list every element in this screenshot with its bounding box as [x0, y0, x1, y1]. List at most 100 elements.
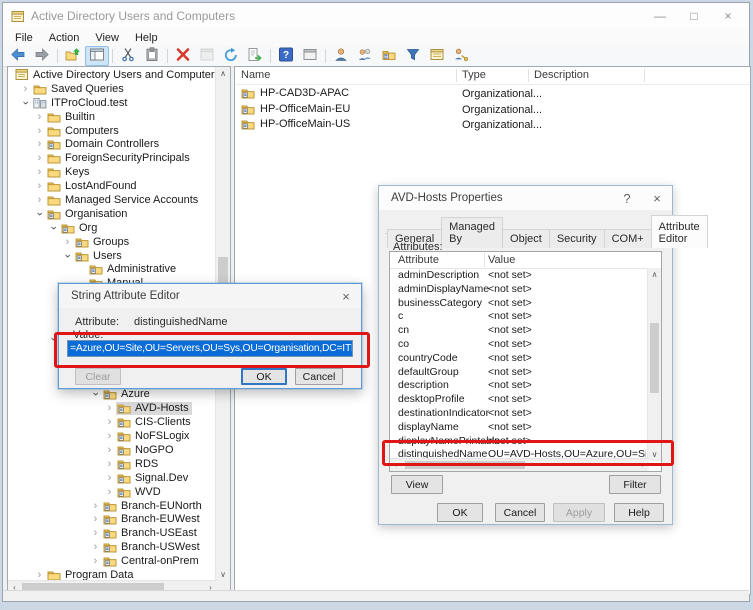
chevron-collapsed-icon[interactable]: ›	[103, 430, 116, 442]
column-separator[interactable]	[456, 69, 457, 82]
grid-column-value[interactable]: Value	[488, 254, 515, 266]
column-separator[interactable]	[484, 253, 485, 267]
new-ou-button[interactable]	[377, 46, 401, 66]
attribute-row[interactable]: desktopProfile<not set>	[390, 392, 648, 406]
chevron-collapsed-icon[interactable]: ›	[103, 402, 116, 414]
tab-com-[interactable]: COM+	[604, 229, 652, 248]
attribute-row[interactable]: adminDisplayName<not set>	[390, 282, 648, 296]
tree-item[interactable]: ›Administrative	[8, 262, 216, 276]
chevron-collapsed-icon[interactable]: ›	[33, 111, 46, 123]
scrollbar-thumb[interactable]	[405, 461, 525, 469]
close-icon[interactable]: ×	[331, 284, 361, 308]
view-list-button[interactable]	[425, 46, 449, 66]
scroll-down-button[interactable]: ∨	[648, 448, 661, 461]
tree-item[interactable]: ›Central-onPrem	[8, 554, 216, 568]
attribute-row[interactable]: destinationIndicator<not set>	[390, 406, 648, 420]
scroll-right-button[interactable]: ›	[637, 459, 649, 470]
column-header-name[interactable]: Name	[241, 69, 270, 81]
tree-item[interactable]: ›Groups	[8, 235, 216, 249]
tab-attribute-editor[interactable]: Attribute Editor	[651, 215, 708, 248]
tree-item[interactable]: ›Signal.Dev	[8, 471, 216, 485]
attribute-row[interactable]: description<not set>	[390, 378, 648, 392]
tree-item[interactable]: ›Branch-USWest	[8, 540, 216, 554]
chevron-collapsed-icon[interactable]: ›	[89, 500, 102, 512]
new-user-button[interactable]	[329, 46, 353, 66]
list-item[interactable]: HP-CAD3D-APACOrganizational...	[235, 86, 750, 102]
menu-view[interactable]: View	[87, 31, 127, 45]
cut-button[interactable]	[116, 46, 140, 66]
help-button[interactable]: Help	[614, 503, 664, 522]
maximize-button[interactable]: □	[677, 3, 711, 29]
help-button[interactable]: ?	[274, 46, 298, 66]
view-button[interactable]: View	[391, 475, 443, 494]
chevron-collapsed-icon[interactable]: ›	[103, 458, 116, 470]
chevron-collapsed-icon[interactable]: ›	[33, 180, 46, 192]
attribute-row[interactable]: adminDescription<not set>	[390, 268, 648, 282]
chevron-collapsed-icon[interactable]: ›	[89, 527, 102, 539]
tree-item[interactable]: ›Users	[8, 249, 216, 263]
up-one-level-button[interactable]	[61, 46, 85, 66]
cancel-button[interactable]: Cancel	[495, 503, 545, 522]
attribute-row[interactable]: defaultGroup<not set>	[390, 365, 648, 379]
tree-item[interactable]: ›LostAndFound	[8, 179, 216, 193]
menu-help[interactable]: Help	[127, 31, 166, 45]
chevron-expanded-icon[interactable]: ›	[62, 249, 74, 262]
forward-button[interactable]	[30, 46, 54, 66]
scroll-up-button[interactable]: ∧	[216, 67, 230, 80]
scrollbar-thumb[interactable]	[650, 323, 659, 393]
help-button[interactable]: ?	[612, 186, 642, 210]
scroll-left-button[interactable]: ‹	[390, 459, 402, 470]
tree-item[interactable]: ›NoFSLogix	[8, 429, 216, 443]
attribute-row[interactable]: cn<not set>	[390, 323, 648, 337]
attribute-row[interactable]: businessCategory<not set>	[390, 296, 648, 310]
chevron-collapsed-icon[interactable]: ›	[89, 541, 102, 553]
attribute-row[interactable]: displayName<not set>	[390, 420, 648, 434]
tree-item[interactable]: ›Saved Queries	[8, 82, 216, 96]
tree-item[interactable]: ›Branch-USEast	[8, 526, 216, 540]
tree-item[interactable]: ›Managed Service Accounts	[8, 193, 216, 207]
tree-item[interactable]: ›Keys	[8, 165, 216, 179]
chevron-collapsed-icon[interactable]: ›	[33, 166, 46, 178]
tree-item[interactable]: ›Computers	[8, 124, 216, 138]
chevron-expanded-icon[interactable]: ›	[20, 96, 32, 109]
chevron-collapsed-icon[interactable]: ›	[33, 152, 46, 164]
attribute-row[interactable]: displayNamePrintable<not set>	[390, 434, 648, 448]
set-password-button[interactable]	[449, 46, 473, 66]
scroll-down-button[interactable]: ∨	[216, 568, 230, 581]
cancel-button[interactable]: Cancel	[295, 368, 343, 385]
tree-item[interactable]: Active Directory Users and Computers [AD…	[8, 68, 216, 82]
new-group-button[interactable]	[353, 46, 377, 66]
tree-item[interactable]: ›Org	[8, 221, 216, 235]
tree-item[interactable]: ›WVD	[8, 485, 216, 499]
list-item[interactable]: HP-OfficeMain-EUOrganizational...	[235, 102, 750, 118]
tree-item[interactable]: ›Organisation	[8, 207, 216, 221]
chevron-collapsed-icon[interactable]: ›	[61, 236, 74, 248]
scroll-up-button[interactable]: ∧	[648, 268, 661, 281]
column-header-description[interactable]: Description	[534, 69, 589, 81]
chevron-collapsed-icon[interactable]: ›	[89, 555, 102, 567]
tree-item[interactable]: ›AVD-Hosts	[8, 401, 216, 415]
chevron-collapsed-icon[interactable]: ›	[33, 138, 46, 150]
value-input[interactable]: =Azure,OU=Site,OU=Servers,OU=Sys,OU=Orga…	[67, 340, 353, 357]
tree-item[interactable]: ›ForeignSecurityPrincipals	[8, 151, 216, 165]
chevron-collapsed-icon[interactable]: ›	[33, 125, 46, 137]
tree-item[interactable]: ›Branch-EUNorth	[8, 499, 216, 513]
tree-item[interactable]: ›Domain Controllers	[8, 137, 216, 151]
export-list-button[interactable]	[243, 46, 267, 66]
menu-file[interactable]: File	[7, 31, 41, 45]
chevron-collapsed-icon[interactable]: ›	[89, 513, 102, 525]
chevron-collapsed-icon[interactable]: ›	[103, 416, 116, 428]
column-separator[interactable]	[644, 69, 645, 82]
chevron-collapsed-icon[interactable]: ›	[33, 194, 46, 206]
column-separator[interactable]	[528, 69, 529, 82]
tree-item[interactable]: ›CIS-Clients	[8, 415, 216, 429]
tree-item[interactable]: ›Builtin	[8, 110, 216, 124]
tree-item[interactable]: ›ITProCloud.test	[8, 96, 216, 110]
grid-vertical-scrollbar[interactable]: ∧ ∨	[647, 268, 661, 461]
tab-managed-by[interactable]: Managed By	[441, 217, 503, 248]
tree-item[interactable]: ›Branch-EUWest	[8, 513, 216, 527]
tree-item[interactable]: ›Azure	[8, 387, 216, 401]
menu-action[interactable]: Action	[41, 31, 88, 45]
chevron-collapsed-icon[interactable]: ›	[103, 486, 116, 498]
ok-button[interactable]: OK	[437, 503, 483, 522]
